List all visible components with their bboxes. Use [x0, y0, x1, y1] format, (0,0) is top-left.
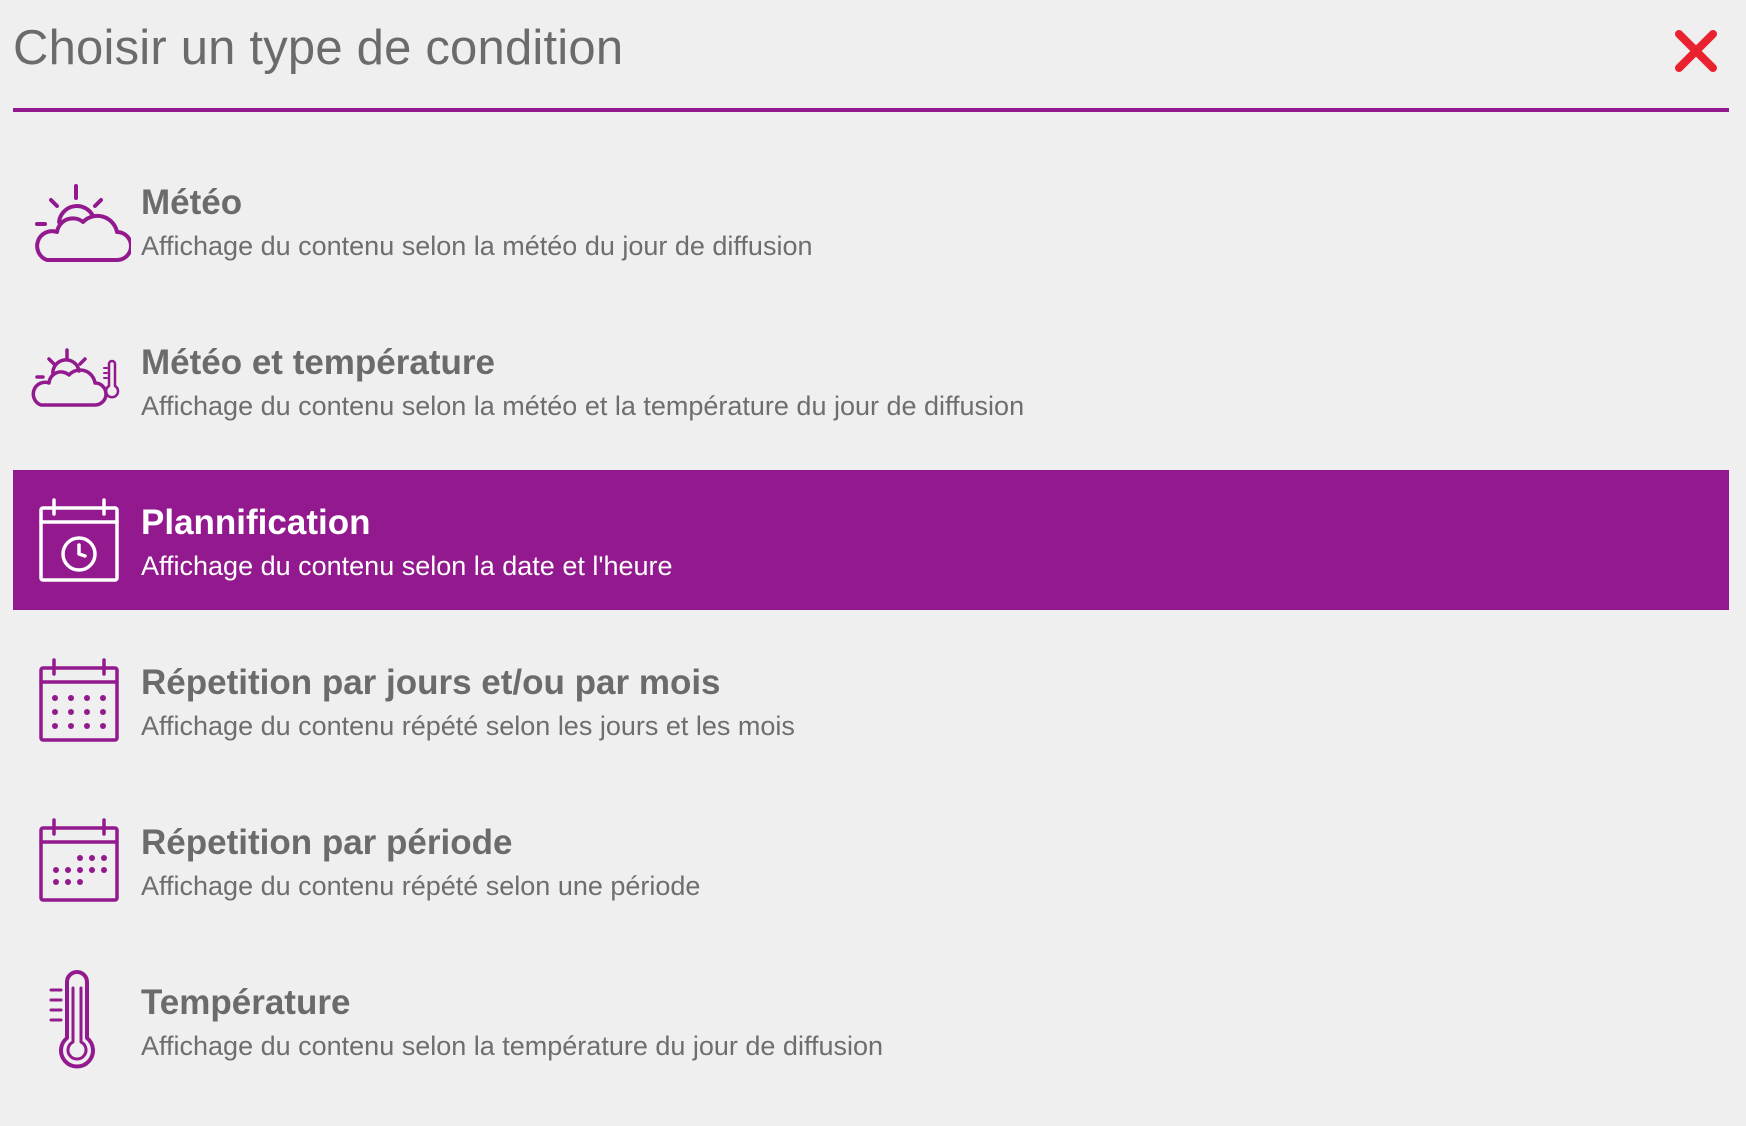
condition-item-temperature[interactable]: Température Affichage du contenu selon l… [13, 950, 1729, 1090]
condition-item-repetition-periode[interactable]: Répetition par période Affichage du cont… [13, 790, 1729, 930]
condition-item-meteo-temperature[interactable]: Météo et température Affichage du conten… [13, 310, 1729, 450]
condition-label: Répetition par période [141, 823, 513, 862]
condition-label: Plannification [141, 503, 371, 542]
condition-label: Répetition par jours et/ou par mois [141, 663, 721, 702]
condition-description: Affichage du contenu répété selon une pé… [141, 871, 701, 901]
calendar-period-icon [21, 810, 131, 910]
dialog-header: Choisir un type de condition [13, 0, 1729, 112]
condition-item-repetition-jours-mois[interactable]: Répetition par jours et/ou par mois Affi… [13, 630, 1729, 770]
condition-item-meteo[interactable]: Météo Affichage du contenu selon la mété… [13, 150, 1729, 290]
condition-type-dialog: Choisir un type de condition Météo Affic… [0, 0, 1746, 1126]
condition-type-list: Météo Affichage du contenu selon la mété… [13, 150, 1729, 1110]
close-icon [1675, 30, 1717, 72]
condition-description: Affichage du contenu selon la températur… [141, 1031, 884, 1061]
calendar-grid-icon [21, 650, 131, 750]
condition-description: Affichage du contenu selon la météo du j… [141, 231, 813, 261]
thermometer-icon [21, 970, 131, 1070]
condition-label: Température [141, 983, 351, 1022]
close-button[interactable] [1671, 26, 1721, 76]
weather-temperature-icon [21, 330, 131, 430]
condition-label: Météo et température [141, 343, 495, 382]
condition-description: Affichage du contenu répété selon les jo… [141, 711, 795, 741]
condition-description: Affichage du contenu selon la date et l'… [141, 551, 673, 581]
weather-icon [21, 170, 131, 270]
calendar-clock-icon [21, 490, 131, 590]
dialog-title: Choisir un type de condition [13, 21, 624, 75]
condition-item-plannification[interactable]: Plannification Affichage du contenu selo… [13, 470, 1729, 610]
condition-description: Affichage du contenu selon la météo et l… [141, 391, 1025, 421]
condition-label: Météo [141, 183, 243, 222]
